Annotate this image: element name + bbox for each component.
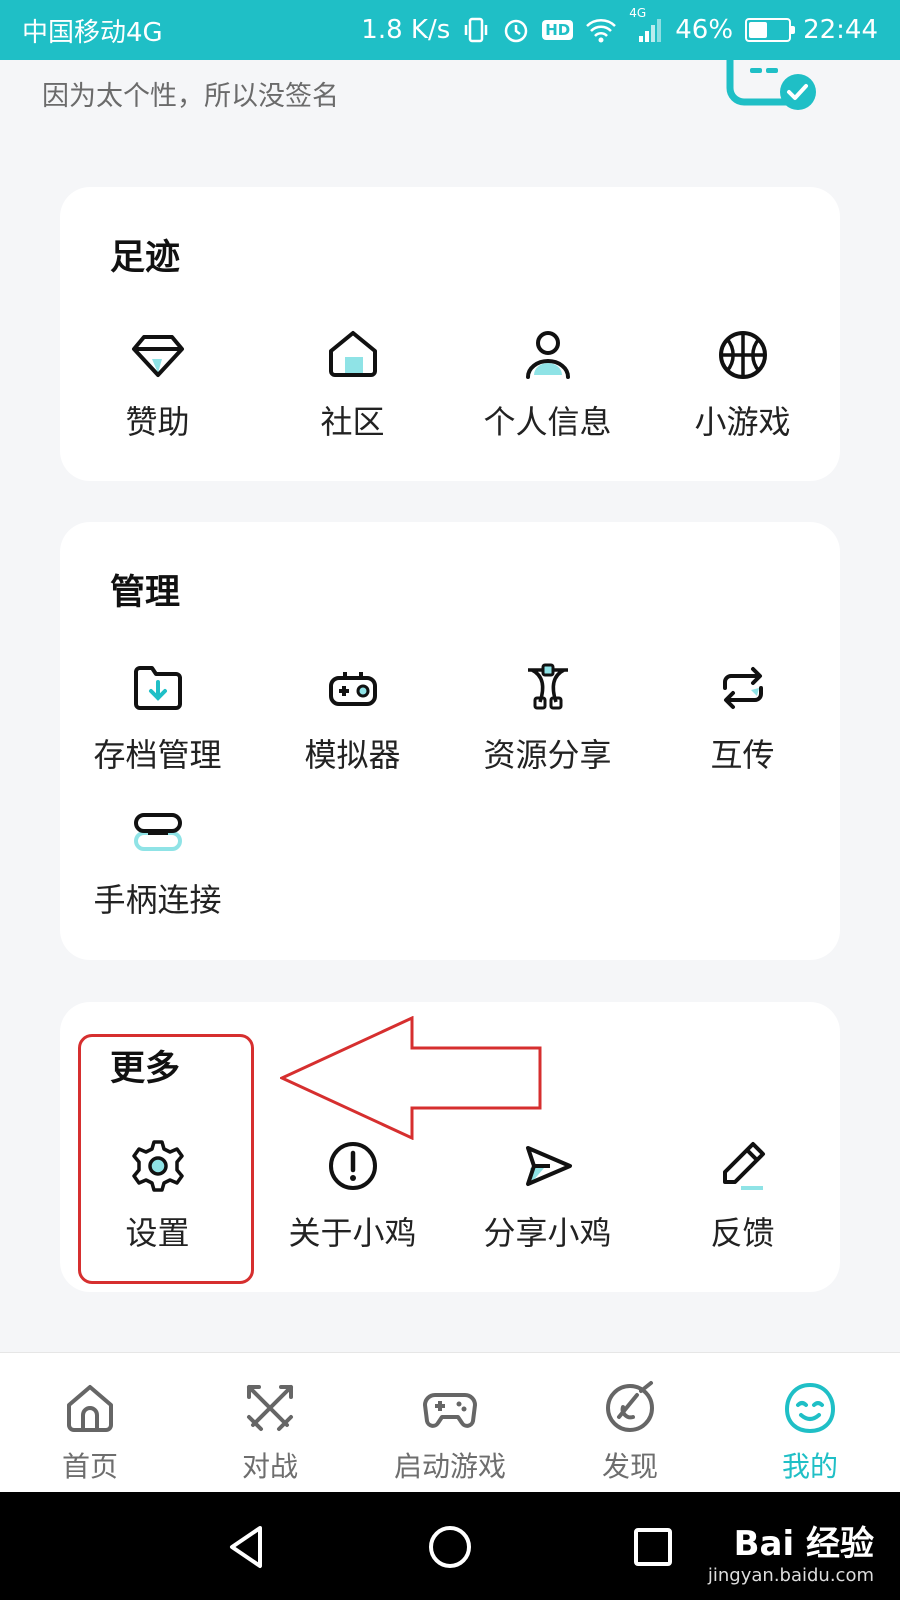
more-item-label: 反馈 <box>710 1214 775 1252</box>
pencil-icon <box>713 1136 773 1196</box>
more-item-feedback[interactable]: 反馈 <box>645 1136 840 1254</box>
gamepad-icon <box>423 1393 477 1428</box>
smiley-icon <box>784 1382 836 1434</box>
network-type: 4G <box>629 6 647 20</box>
nav-item-label: 发现 <box>601 1450 658 1483</box>
nav-item-label: 对战 <box>241 1450 298 1483</box>
vibrate-icon <box>462 16 490 44</box>
person-icon <box>518 325 578 385</box>
watermark: Bai 经验 jingyan.baidu.com <box>708 1516 874 1586</box>
footprint-item-profile[interactable]: 个人信息 <box>450 325 645 443</box>
wifi-icon <box>585 17 617 43</box>
watermark-url: jingyan.baidu.com <box>707 1565 874 1586</box>
manage-item-saves[interactable]: 存档管理 <box>60 658 255 776</box>
share-nodes-icon <box>518 658 578 718</box>
more-item-label: 关于小鸡 <box>288 1214 417 1252</box>
nav-item-launch-game[interactable]: 启动游戏 <box>360 1353 540 1492</box>
manage-item-transfer[interactable]: 互传 <box>645 658 840 776</box>
nav-item-discover[interactable]: 发现 <box>540 1353 720 1492</box>
manage-item-label: 模拟器 <box>304 736 401 774</box>
footprint-item-label: 社区 <box>320 403 385 441</box>
alarm-icon <box>502 16 530 44</box>
watermark-brand: Bai 经验 <box>733 1524 874 1564</box>
footprint-item-label: 赞助 <box>125 403 190 441</box>
footprint-card: 足迹 赞助 社区 个人信息 小游戏 <box>60 187 840 481</box>
manage-item-label: 手柄连接 <box>93 881 222 919</box>
nav-item-label: 首页 <box>61 1450 118 1483</box>
swords-icon <box>247 1385 293 1431</box>
checkin-calendar-icon[interactable] <box>726 58 820 112</box>
footprint-item-sponsor[interactable]: 赞助 <box>60 325 255 443</box>
link-icon <box>128 803 188 863</box>
bottom-nav: 首页 对战 启动游戏 发现 我的 <box>0 1352 900 1492</box>
nav-item-home[interactable]: 首页 <box>0 1353 180 1492</box>
home-circle-icon[interactable] <box>425 1522 475 1572</box>
nav-item-battle[interactable]: 对战 <box>180 1353 360 1492</box>
home-icon <box>323 325 383 385</box>
battery-icon <box>745 18 796 42</box>
manage-card: 管理 存档管理 模拟器 资源分享 互传 手柄连接 <box>60 522 840 960</box>
manage-item-resource-share[interactable]: 资源分享 <box>450 658 645 776</box>
manage-title: 管理 <box>110 573 181 613</box>
manage-item-emulator[interactable]: 模拟器 <box>255 658 450 776</box>
nav-item-label: 启动游戏 <box>393 1450 506 1483</box>
hd-badge: HD <box>542 20 574 40</box>
more-item-share[interactable]: 分享小鸡 <box>450 1136 645 1254</box>
battery-percent: 46% <box>675 15 734 45</box>
sync-icon <box>713 658 773 718</box>
folder-download-icon <box>128 658 188 718</box>
network-speed: 1.8 K/s <box>361 15 451 45</box>
recents-icon[interactable] <box>628 1522 678 1572</box>
gamepad-icon <box>323 658 383 718</box>
carrier-name: 中国移动4G <box>22 17 163 48</box>
home-icon <box>67 1385 113 1432</box>
manage-item-label: 互传 <box>710 736 775 774</box>
profile-signature: 因为太个性，所以没签名 <box>42 81 339 112</box>
footprint-item-label: 小游戏 <box>694 403 791 441</box>
footprint-item-minigame[interactable]: 小游戏 <box>645 325 840 443</box>
manage-item-label: 资源分享 <box>483 736 612 774</box>
compass-icon <box>606 1381 654 1432</box>
back-icon[interactable] <box>222 1522 272 1572</box>
manage-item-controller[interactable]: 手柄连接 <box>60 803 255 921</box>
info-icon <box>323 1136 383 1196</box>
nav-item-mine[interactable]: 我的 <box>720 1353 900 1492</box>
footprint-item-community[interactable]: 社区 <box>255 325 450 443</box>
diamond-icon <box>128 325 188 385</box>
footprint-title: 足迹 <box>110 238 181 278</box>
clock: 22:44 <box>803 15 878 45</box>
footprint-item-label: 个人信息 <box>483 403 612 441</box>
more-item-label: 分享小鸡 <box>483 1214 612 1252</box>
send-icon <box>518 1136 578 1196</box>
nav-item-label: 我的 <box>781 1450 838 1483</box>
system-nav-bar: Bai 经验 jingyan.baidu.com <box>0 1492 900 1600</box>
manage-item-label: 存档管理 <box>93 736 222 774</box>
annotation-highlight-box <box>78 1034 254 1284</box>
signal-icon: 4G <box>629 6 663 44</box>
more-item-about[interactable]: 关于小鸡 <box>255 1136 450 1254</box>
annotation-arrow-icon <box>280 1016 542 1140</box>
status-bar: 中国移动4G 1.8 K/s HD 4G 46% 22:44 <box>0 0 900 60</box>
basketball-icon <box>713 325 773 385</box>
